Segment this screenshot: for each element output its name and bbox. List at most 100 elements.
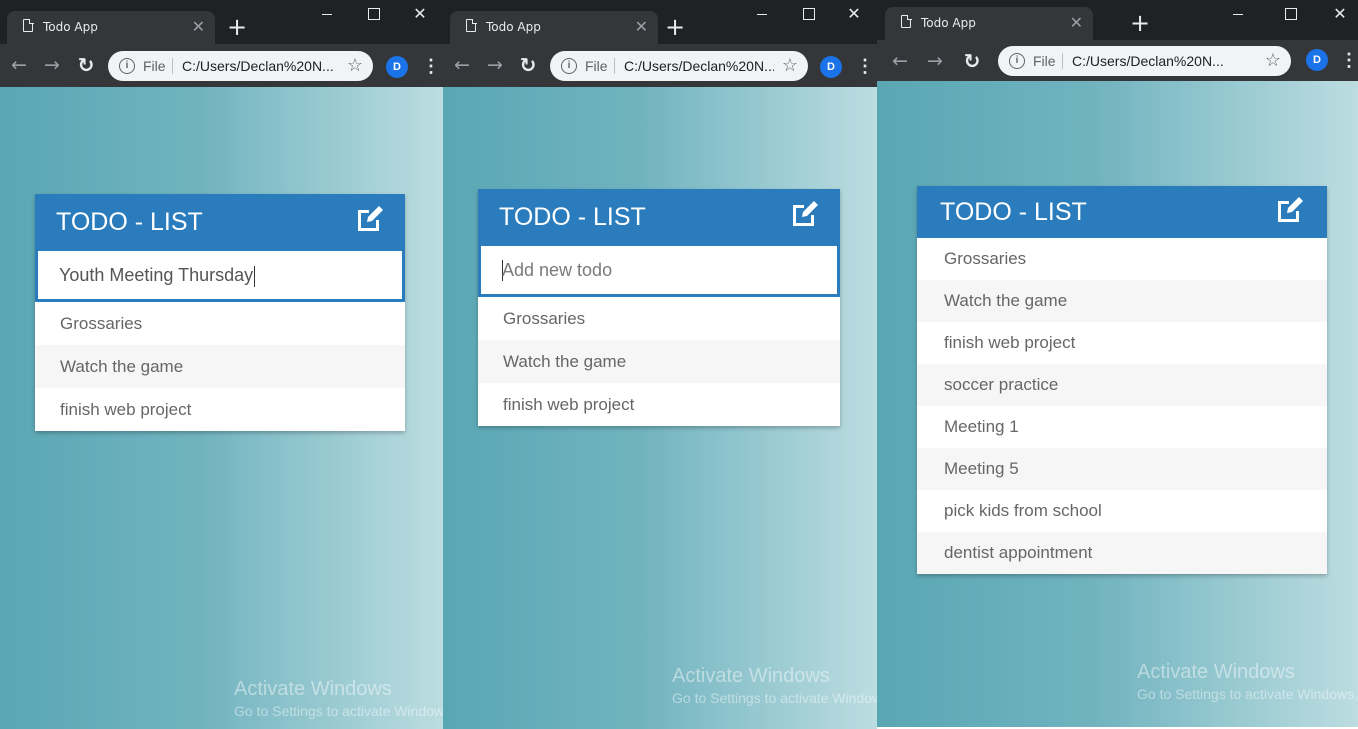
back-button[interactable]: ← bbox=[449, 52, 475, 78]
page-background: TODO - LIST Youth Meeting Thursday Gross… bbox=[0, 87, 443, 729]
todo-item[interactable]: Meeting 5 bbox=[917, 448, 1327, 490]
todo-item[interactable]: pick kids from school bbox=[917, 490, 1327, 532]
todo-card: TODO - LIST Youth Meeting Thursday Gross… bbox=[35, 194, 405, 431]
forward-button[interactable]: → bbox=[922, 48, 948, 74]
input-value: Youth Meeting Thursday bbox=[59, 265, 256, 287]
scheme-label: File bbox=[585, 58, 608, 74]
todo-item[interactable]: Watch the game bbox=[917, 280, 1327, 322]
maximize-button[interactable] bbox=[785, 0, 831, 28]
scheme-label: File bbox=[143, 58, 166, 74]
browser-window-3: Todo App ✕ + ✕ ← → ↻ i File C:/Users/Dec… bbox=[877, 0, 1358, 727]
edit-icon[interactable] bbox=[355, 204, 385, 234]
address-bar[interactable]: i File C:/Users/Declan%20N... ☆ bbox=[550, 51, 808, 81]
tab-close-icon[interactable]: ✕ bbox=[635, 17, 648, 37]
address-bar[interactable]: i File C:/Users/Declan%20N... ☆ bbox=[998, 46, 1291, 76]
minimize-button[interactable] bbox=[739, 0, 785, 28]
browser-tab[interactable]: Todo App ✕ bbox=[885, 7, 1093, 40]
todo-item[interactable]: Watch the game bbox=[478, 340, 840, 383]
page-background: TODO - LIST Grossaries Watch the game fi… bbox=[877, 81, 1358, 727]
todo-list: Grossaries Watch the game finish web pro… bbox=[478, 297, 840, 426]
todo-list: Grossaries Watch the game finish web pro… bbox=[35, 302, 405, 431]
browser-menu-icon[interactable]: ⋮ bbox=[422, 55, 440, 77]
todo-item[interactable]: finish web project bbox=[478, 383, 840, 426]
info-icon[interactable]: i bbox=[1009, 53, 1025, 69]
todo-item[interactable]: Watch the game bbox=[35, 345, 405, 388]
tab-title: Todo App bbox=[43, 20, 98, 34]
info-icon[interactable]: i bbox=[561, 58, 577, 74]
address-bar[interactable]: i File C:/Users/Declan%20N... ☆ bbox=[108, 51, 373, 81]
browser-tab[interactable]: Todo App ✕ bbox=[450, 11, 658, 44]
card-header: TODO - LIST bbox=[478, 189, 840, 243]
activation-watermark: Activate Windows Go to Settings to activ… bbox=[672, 665, 877, 706]
todo-item[interactable]: Grossaries bbox=[917, 238, 1327, 280]
browser-menu-icon[interactable]: ⋮ bbox=[856, 55, 874, 77]
profile-avatar[interactable]: D bbox=[386, 56, 408, 78]
url-text: C:/Users/Declan%20N... bbox=[1072, 53, 1224, 69]
close-window-button[interactable]: ✕ bbox=[831, 0, 877, 28]
divider bbox=[1062, 53, 1063, 69]
forward-button[interactable]: → bbox=[482, 52, 508, 78]
url-text: C:/Users/Declan%20N... bbox=[182, 58, 334, 74]
tab-strip: Todo App ✕ + ✕ bbox=[0, 0, 443, 44]
todo-item[interactable]: Grossaries bbox=[478, 297, 840, 340]
maximize-button[interactable] bbox=[1267, 0, 1313, 28]
browser-window-2: Todo App ✕ + ✕ ← → ↻ i File C:/Users/Dec… bbox=[443, 0, 877, 729]
divider bbox=[614, 58, 615, 74]
tab-close-icon[interactable]: ✕ bbox=[1070, 13, 1083, 33]
page-icon bbox=[901, 14, 912, 28]
info-icon[interactable]: i bbox=[119, 58, 135, 74]
reload-button[interactable]: ↻ bbox=[959, 48, 985, 74]
todo-item[interactable]: Grossaries bbox=[35, 302, 405, 345]
page-background: TODO - LIST Add new todo Grossaries Watc… bbox=[443, 87, 877, 729]
page-icon bbox=[23, 18, 34, 32]
todo-card: TODO - LIST Grossaries Watch the game fi… bbox=[917, 186, 1327, 574]
bookmark-star-icon[interactable]: ☆ bbox=[1265, 50, 1281, 71]
back-button[interactable]: ← bbox=[887, 48, 913, 74]
forward-button[interactable]: → bbox=[39, 52, 65, 78]
profile-avatar[interactable]: D bbox=[820, 56, 842, 78]
todo-item[interactable]: dentist appointment bbox=[917, 532, 1327, 574]
todo-item[interactable]: finish web project bbox=[35, 388, 405, 431]
tab-title: Todo App bbox=[921, 16, 976, 30]
back-button[interactable]: ← bbox=[6, 52, 32, 78]
minimize-button[interactable] bbox=[304, 0, 350, 28]
todo-item[interactable]: soccer practice bbox=[917, 364, 1327, 406]
todo-card: TODO - LIST Add new todo Grossaries Watc… bbox=[478, 189, 840, 426]
new-todo-input[interactable]: Add new todo bbox=[478, 243, 840, 297]
browser-toolbar: ← → ↻ i File C:/Users/Declan%20N... ☆ D … bbox=[877, 40, 1358, 81]
text-cursor bbox=[254, 265, 256, 287]
scheme-label: File bbox=[1033, 53, 1056, 69]
minimize-button[interactable] bbox=[1215, 0, 1261, 28]
browser-window-1: Todo App ✕ + ✕ ← → ↻ i File C:/Users/Dec… bbox=[0, 0, 443, 729]
browser-menu-icon[interactable]: ⋮ bbox=[1340, 49, 1358, 71]
edit-icon[interactable] bbox=[790, 199, 820, 229]
new-todo-input[interactable]: Youth Meeting Thursday bbox=[35, 248, 405, 302]
url-text: C:/Users/Declan%20N... bbox=[624, 58, 774, 74]
tab-strip: Todo App ✕ + ✕ bbox=[443, 0, 877, 44]
activation-watermark: Activate Windows Go to Settings to activ… bbox=[234, 678, 443, 719]
tab-title: Todo App bbox=[486, 20, 541, 34]
todo-item[interactable]: finish web project bbox=[917, 322, 1327, 364]
new-tab-button[interactable]: + bbox=[1126, 9, 1154, 37]
profile-avatar[interactable]: D bbox=[1306, 49, 1328, 71]
new-tab-button[interactable]: + bbox=[661, 13, 689, 41]
todo-item[interactable]: Meeting 1 bbox=[917, 406, 1327, 448]
page-icon bbox=[466, 18, 477, 32]
bookmark-star-icon[interactable]: ☆ bbox=[782, 55, 798, 76]
close-window-button[interactable]: ✕ bbox=[397, 0, 443, 28]
tab-strip: Todo App ✕ + ✕ bbox=[877, 0, 1358, 40]
maximize-button[interactable] bbox=[350, 0, 396, 28]
todo-list: Grossaries Watch the game finish web pro… bbox=[917, 238, 1327, 574]
reload-button[interactable]: ↻ bbox=[73, 52, 99, 78]
app-title: TODO - LIST bbox=[940, 198, 1087, 226]
new-tab-button[interactable]: + bbox=[223, 13, 251, 41]
reload-button[interactable]: ↻ bbox=[515, 52, 541, 78]
input-placeholder: Add new todo bbox=[502, 260, 613, 280]
close-window-button[interactable]: ✕ bbox=[1317, 0, 1358, 28]
browser-tab[interactable]: Todo App ✕ bbox=[7, 11, 215, 44]
bookmark-star-icon[interactable]: ☆ bbox=[347, 55, 363, 76]
tab-close-icon[interactable]: ✕ bbox=[192, 17, 205, 37]
edit-icon[interactable] bbox=[1275, 195, 1305, 225]
card-header: TODO - LIST bbox=[917, 186, 1327, 238]
activation-watermark: Activate Windows Go to Settings to activ… bbox=[1137, 661, 1358, 702]
